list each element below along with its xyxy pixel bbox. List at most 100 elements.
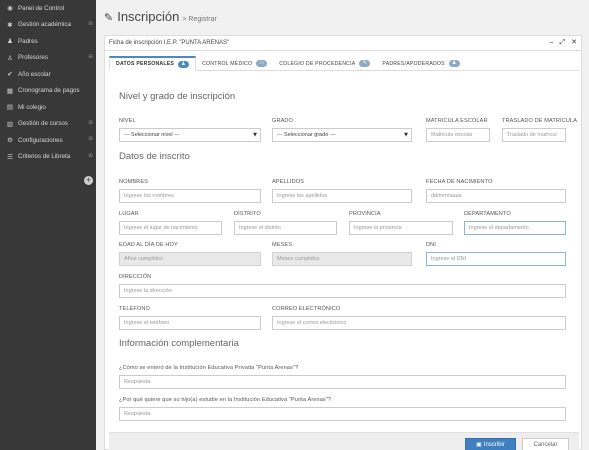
sidebar-item-label: Panel de Control xyxy=(18,4,65,12)
telefono-label: TELÉFONO xyxy=(119,306,150,312)
submit-button[interactable]: ▣ Inscribir xyxy=(465,438,516,450)
form-footer: ▣ Inscribir Cancelar xyxy=(109,432,579,450)
card-title: Ficha de inscripción I.E.P. "PUNTA ARENA… xyxy=(109,40,230,46)
save-icon: ▣ xyxy=(476,441,482,448)
pregunta1-input[interactable]: Respuesta xyxy=(119,375,566,389)
sidebar-item-label: Gestión académica xyxy=(18,21,71,29)
book-icon: ▥ xyxy=(6,119,14,128)
tab-padres-apoderados[interactable]: PADRES/APODERADOS ♟ xyxy=(376,56,465,71)
gear-icon: ✱ xyxy=(7,20,13,29)
edit-icon: ✎ xyxy=(104,11,114,24)
page-header: ✎ Inscripción > Registrar xyxy=(104,9,217,24)
nivel-value: --- Seleccionar nivel --- xyxy=(124,132,180,138)
telefono-input[interactable]: Ingrese el teléfono xyxy=(119,316,261,330)
section-title-inscrito: Datos de inscrito xyxy=(119,151,190,162)
nacimiento-input[interactable]: dd/mm/aaaa xyxy=(426,189,566,203)
dni-input[interactable]: Ingrese el DNI xyxy=(426,252,566,266)
sidebar-item-label: Cronograma de pagos xyxy=(18,87,80,95)
pregunta2-label: ¿Por qué quiere que su hijo(a) estudie e… xyxy=(119,397,332,403)
caret-down-icon: ▼ xyxy=(253,132,257,138)
expand-icon: ⊞ xyxy=(88,152,93,159)
tab-colegio-de-procedencia[interactable]: COLEGIO DE PROCEDENCIA ✎ xyxy=(273,56,376,71)
sidebar-item-cronograma-de-pagos[interactable]: ▦ Cronograma de pagos xyxy=(0,83,96,100)
caret-down-icon: ▼ xyxy=(404,132,408,138)
tab-label: COLEGIO DE PROCEDENCIA xyxy=(279,60,356,67)
sidebar-item-gestion-academica[interactable]: ✱ Gestión académica ⊞ xyxy=(0,17,96,34)
tab-label: CONTROL MÉDICO xyxy=(202,60,253,67)
sidebar-item-panel-de-control[interactable]: ◉ Panel de Control xyxy=(0,0,96,17)
main-content: ✎ Inscripción > Registrar Ficha de inscr… xyxy=(96,0,589,450)
departamento-label: DEPARTAMENTO xyxy=(464,211,511,217)
page-subtitle: > Registrar xyxy=(182,16,217,23)
grado-select[interactable]: --- Seleccionar grado --- ▼ xyxy=(272,128,412,142)
matricula-input[interactable]: Matricula escolar xyxy=(426,128,490,142)
pregunta1-label: ¿Cómo se enteró de la Institución Educat… xyxy=(119,365,299,371)
provincia-input[interactable]: Ingrese la provincia xyxy=(349,221,453,235)
direccion-label: DIRECCIÓN xyxy=(119,274,152,280)
section-title-complementaria: Información complementaria xyxy=(119,338,239,349)
matricula-label: MATRICULA ESCOLAR xyxy=(426,118,488,124)
pregunta2-input[interactable]: Respuesta xyxy=(119,407,566,421)
edad-label: EDAD AL DÍA DE HOY xyxy=(119,242,178,248)
apellidos-label: APELLIDOS xyxy=(272,179,304,185)
nivel-label: NIVEL xyxy=(119,118,136,124)
sidebar-collapse-button[interactable]: + xyxy=(84,176,93,185)
sidebar-item-label: Configuraciones xyxy=(18,136,63,144)
lugar-label: LUGAR xyxy=(119,211,139,217)
edad-input[interactable]: Años cumplidos xyxy=(119,252,261,266)
tab-label: PADRES/APODERADOS xyxy=(382,60,445,67)
sidebar-item-label: Padres xyxy=(18,37,38,45)
calendar-icon: ▦ xyxy=(6,86,14,95)
tab-control-medico[interactable]: CONTROL MÉDICO ▭ xyxy=(196,56,273,71)
sidebar-item-label: Criterios de Libreta xyxy=(18,153,71,161)
nivel-select[interactable]: --- Seleccionar nivel --- ▼ xyxy=(119,128,261,142)
expand-icon: ⊞ xyxy=(88,20,93,27)
list-icon: ☰ xyxy=(7,152,13,161)
correo-label: CORREO ELECTRÓNICO xyxy=(272,306,341,312)
meses-input[interactable]: Meses cumplidos xyxy=(272,252,412,266)
sidebar: ◉ Panel de Control ✱ Gestión académica ⊞ ♟ P… xyxy=(0,0,96,450)
sidebar-item-label: Mi colegio xyxy=(18,103,46,111)
direccion-input[interactable]: Ingrese la dirección xyxy=(119,284,566,298)
apellidos-input[interactable]: Ingrese los apellidos xyxy=(272,189,412,203)
departamento-input[interactable]: Ingrese el departamento xyxy=(464,221,566,235)
meses-label: MESES xyxy=(272,242,293,248)
maximize-icon[interactable]: ⤢ xyxy=(560,38,566,47)
grado-label: GRADO xyxy=(272,118,294,124)
page-title: Inscripción xyxy=(117,9,180,24)
card-header: Ficha de inscripción I.E.P. "PUNTA ARENA… xyxy=(105,36,581,51)
sidebar-item-mi-colegio[interactable]: ▤ Mi colegio xyxy=(0,99,96,116)
close-icon[interactable]: ✕ xyxy=(571,38,577,47)
check-icon: ✔ xyxy=(7,70,13,79)
sidebar-item-ano-escolar[interactable]: ✔ Año escolar xyxy=(0,66,96,83)
cancel-button[interactable]: Cancelar xyxy=(522,438,569,450)
sidebar-item-gestion-de-cursos[interactable]: ▥ Gestión de cursos ⊞ xyxy=(0,116,96,133)
tab-datos-personales[interactable]: DATOS PERSONALES ♟ xyxy=(109,56,197,71)
correo-input[interactable]: Ingrese el correo electrónico xyxy=(272,316,566,330)
dashboard-icon: ◉ xyxy=(7,4,13,13)
users-icon: ♟ xyxy=(448,60,460,67)
traslado-input[interactable]: Traslado de matricul xyxy=(502,128,566,142)
sidebar-item-profesores[interactable]: ♙ Profesores ⊞ xyxy=(0,50,96,67)
lugar-input[interactable]: Ingrese el lugar de nacimiento xyxy=(119,221,222,235)
distrito-label: DISTRITO xyxy=(234,211,261,217)
distrito-input[interactable]: Ingrese el distrito xyxy=(234,221,337,235)
nacimiento-label: FECHA DE NACIMIENTO xyxy=(426,179,493,185)
pencil-icon: ✎ xyxy=(359,60,371,67)
traslado-label: TRASLADO DE MATRICULA xyxy=(502,118,578,124)
nombres-input[interactable]: Ingrese los nombres xyxy=(119,189,261,203)
tab-label: DATOS PERSONALES xyxy=(116,61,175,67)
submit-label: Inscribir xyxy=(483,441,505,448)
minimize-icon[interactable]: ‒ xyxy=(549,38,553,47)
sidebar-item-configuraciones[interactable]: ⚙ Configuraciones ⊞ xyxy=(0,132,96,149)
expand-icon: ⊞ xyxy=(88,119,93,126)
sidebar-item-padres[interactable]: ♟ Padres xyxy=(0,33,96,50)
users-icon: ♟ xyxy=(7,37,13,46)
expand-icon: ⊞ xyxy=(88,53,93,60)
sidebar-item-label: Gestión de cursos xyxy=(18,120,68,128)
expand-icon: ⊞ xyxy=(88,136,93,142)
dni-label: DNI xyxy=(426,242,436,248)
card-controls: ‒ ⤢ ✕ xyxy=(549,38,577,47)
user-icon: ♙ xyxy=(7,53,13,62)
sidebar-item-criterios-de-libreta[interactable]: ☰ Criterios de Libreta ⊞ xyxy=(0,149,96,166)
